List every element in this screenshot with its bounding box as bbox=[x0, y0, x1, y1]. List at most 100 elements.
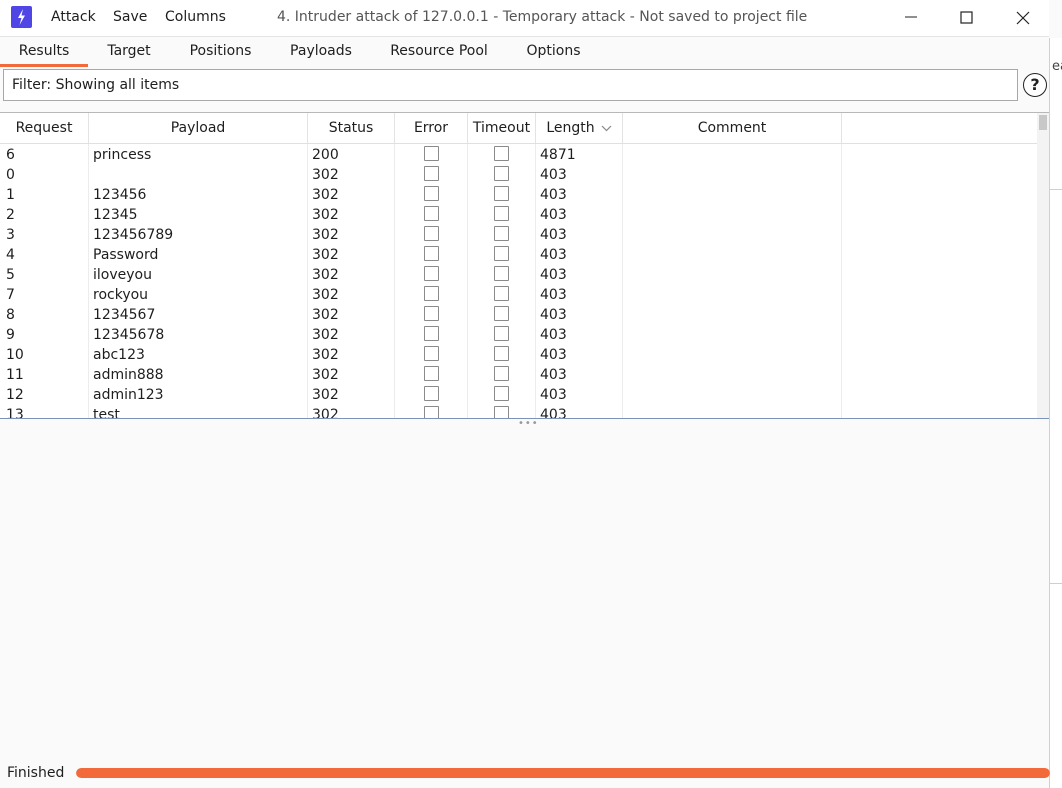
timeout-checkbox bbox=[494, 406, 509, 418]
cell-status: 200 bbox=[312, 147, 339, 163]
cell-length: 4871 bbox=[540, 147, 576, 163]
timeout-checkbox bbox=[494, 246, 509, 261]
scrollbar-thumb[interactable] bbox=[1039, 115, 1047, 130]
filter-text: Filter: Showing all items bbox=[12, 77, 180, 93]
column-header-timeout[interactable]: Timeout bbox=[468, 113, 536, 143]
table-row[interactable]: 5 iloveyou 302 403 bbox=[0, 264, 1037, 284]
timeout-checkbox bbox=[494, 366, 509, 381]
burp-app-icon bbox=[11, 6, 32, 28]
cell-status: 302 bbox=[312, 347, 339, 363]
vertical-scrollbar[interactable] bbox=[1037, 113, 1049, 418]
menu-attack[interactable]: Attack bbox=[51, 9, 96, 25]
cell-status: 302 bbox=[312, 207, 339, 223]
table-row[interactable]: 11 admin888 302 403 bbox=[0, 364, 1037, 384]
cell-status: 302 bbox=[312, 387, 339, 403]
table-row[interactable]: 13 test 302 403 bbox=[0, 404, 1037, 418]
timeout-checkbox bbox=[494, 146, 509, 161]
tab-positions[interactable]: Positions bbox=[170, 37, 271, 67]
cell-payload: 12345678 bbox=[93, 327, 165, 343]
cell-request: 0 bbox=[6, 167, 15, 183]
cell-length: 403 bbox=[540, 407, 567, 418]
splitter-handle[interactable]: ••• bbox=[518, 418, 539, 429]
table-row[interactable]: 2 12345 302 403 bbox=[0, 204, 1037, 224]
cell-length: 403 bbox=[540, 227, 567, 243]
cell-payload: abc123 bbox=[93, 347, 145, 363]
column-header-error[interactable]: Error bbox=[395, 113, 468, 143]
column-header-length-label: Length bbox=[546, 120, 595, 136]
cell-status: 302 bbox=[312, 307, 339, 323]
cell-status: 302 bbox=[312, 167, 339, 183]
error-checkbox bbox=[424, 226, 439, 241]
cell-length: 403 bbox=[540, 247, 567, 263]
column-header-status[interactable]: Status bbox=[308, 113, 395, 143]
table-row[interactable]: 0 302 403 bbox=[0, 164, 1037, 184]
timeout-checkbox bbox=[494, 226, 509, 241]
timeout-checkbox bbox=[494, 186, 509, 201]
table-row[interactable]: 4 Password 302 403 bbox=[0, 244, 1037, 264]
cell-length: 403 bbox=[540, 387, 567, 403]
results-table: Request Payload Status Error Timeout Len… bbox=[0, 112, 1049, 419]
title-bar: Attack Save Columns 4. Intruder attack o… bbox=[0, 0, 1049, 36]
error-checkbox bbox=[424, 166, 439, 181]
table-row[interactable]: 7 rockyou 302 403 bbox=[0, 284, 1037, 304]
cell-length: 403 bbox=[540, 167, 567, 183]
close-icon bbox=[1016, 11, 1030, 25]
minimize-button[interactable] bbox=[889, 0, 935, 34]
cell-payload: 123456789 bbox=[93, 227, 174, 243]
background-divider bbox=[1050, 189, 1062, 190]
filter-bar[interactable]: Filter: Showing all items bbox=[3, 69, 1018, 101]
cell-request: 11 bbox=[6, 367, 24, 383]
maximize-button[interactable] bbox=[945, 0, 991, 34]
close-button[interactable] bbox=[1001, 0, 1047, 34]
table-row[interactable]: 6 princess 200 4871 bbox=[0, 144, 1037, 164]
cell-payload: 123456 bbox=[93, 187, 147, 203]
tab-options[interactable]: Options bbox=[507, 37, 600, 67]
cell-status: 302 bbox=[312, 287, 339, 303]
tab-resource-pool[interactable]: Resource Pool bbox=[371, 37, 507, 67]
progress-bar bbox=[76, 768, 1050, 778]
error-checkbox bbox=[424, 326, 439, 341]
menu-save[interactable]: Save bbox=[113, 9, 147, 25]
minimize-icon bbox=[905, 16, 917, 18]
error-checkbox bbox=[424, 146, 439, 161]
table-row[interactable]: 10 abc123 302 403 bbox=[0, 344, 1037, 364]
error-checkbox bbox=[424, 366, 439, 381]
cell-request: 12 bbox=[6, 387, 24, 403]
error-checkbox bbox=[424, 346, 439, 361]
table-row[interactable]: 12 admin123 302 403 bbox=[0, 384, 1037, 404]
timeout-checkbox bbox=[494, 386, 509, 401]
error-checkbox bbox=[424, 246, 439, 261]
cell-request: 8 bbox=[6, 307, 15, 323]
column-header-comment[interactable]: Comment bbox=[623, 113, 842, 143]
cell-payload: test bbox=[93, 407, 120, 418]
table-row[interactable]: 9 12345678 302 403 bbox=[0, 324, 1037, 344]
timeout-checkbox bbox=[494, 326, 509, 341]
menu-columns[interactable]: Columns bbox=[165, 9, 226, 25]
intruder-attack-window: Attack Save Columns 4. Intruder attack o… bbox=[0, 0, 1050, 788]
cell-length: 403 bbox=[540, 287, 567, 303]
cell-request: 1 bbox=[6, 187, 15, 203]
column-header-payload[interactable]: Payload bbox=[89, 113, 308, 143]
column-header-request[interactable]: Request bbox=[0, 113, 89, 143]
background-window-edge: ea bbox=[1049, 38, 1062, 788]
table-row[interactable]: 1 123456 302 403 bbox=[0, 184, 1037, 204]
cell-length: 403 bbox=[540, 367, 567, 383]
error-checkbox bbox=[424, 386, 439, 401]
table-header: Request Payload Status Error Timeout Len… bbox=[0, 113, 1037, 144]
cell-length: 403 bbox=[540, 207, 567, 223]
column-header-length[interactable]: Length bbox=[536, 113, 623, 143]
cell-length: 403 bbox=[540, 187, 567, 203]
tab-payloads[interactable]: Payloads bbox=[271, 37, 371, 67]
cell-request: 6 bbox=[6, 147, 15, 163]
tab-target[interactable]: Target bbox=[88, 37, 170, 67]
table-row[interactable]: 3 123456789 302 403 bbox=[0, 224, 1037, 244]
help-icon[interactable]: ? bbox=[1023, 73, 1047, 97]
cell-length: 403 bbox=[540, 327, 567, 343]
tab-results[interactable]: Results bbox=[0, 37, 88, 67]
cell-request: 5 bbox=[6, 267, 15, 283]
cell-payload: 1234567 bbox=[93, 307, 156, 323]
timeout-checkbox bbox=[494, 266, 509, 281]
cell-request: 13 bbox=[6, 407, 24, 418]
table-row[interactable]: 8 1234567 302 403 bbox=[0, 304, 1037, 324]
timeout-checkbox bbox=[494, 346, 509, 361]
